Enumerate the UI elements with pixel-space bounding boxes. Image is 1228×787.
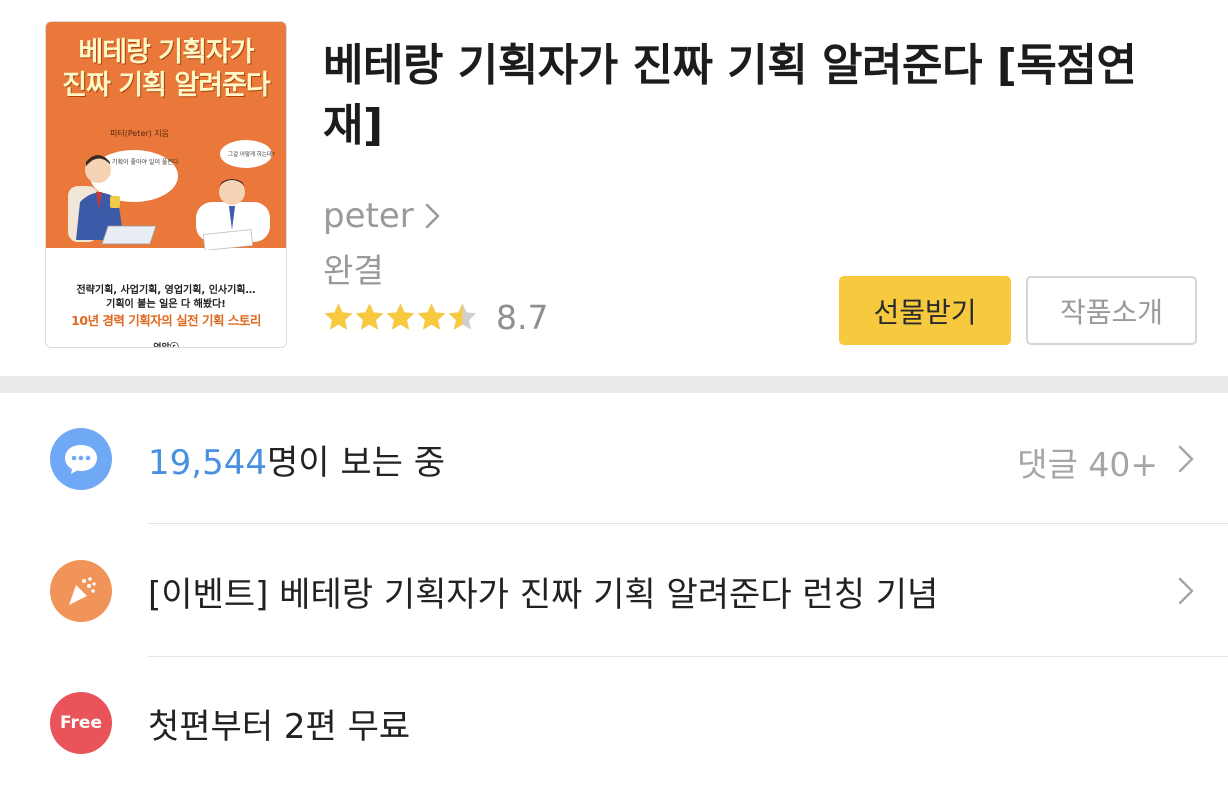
book-title: 베테랑 기획자가 진짜 기획 알려준다 [독점연재] [323,40,1137,151]
author-name: peter [323,196,414,236]
viewer-suffix: 명이 보는 중 [266,443,445,483]
viewers-row[interactable]: 19,544명이 보는 중 댓글 40+ [0,393,1228,525]
event-row[interactable]: [이벤트] 베테랑 기획자가 진짜 기획 알려준다 런칭 기념 [0,525,1228,657]
rating-stars [323,302,478,333]
star-icon [386,303,415,330]
completion-status: 완결 [323,251,384,290]
rating: 8.7 [323,292,548,342]
cover-blurb: 전략기획, 사업기획, 영업기획, 인사기획… 기획이 붙는 일은 다 해봤다! [46,284,286,312]
cover-tagline: 10년 경력 기획자의 실전 기획 스토리 [71,313,261,328]
intro-button[interactable]: 작품소개 [1026,276,1197,345]
chevron-right-icon [1178,577,1194,605]
rating-value: 8.7 [496,297,549,337]
row-divider [148,523,1228,524]
party-popper-icon [50,560,112,622]
webtoon-detail-page: 베테랑 기획자가 진짜 기획 알려준다 피터(Peter) 지음 기획이 좋아야… [0,0,1228,787]
author-link[interactable]: peter [323,192,442,240]
viewers-text: 19,544명이 보는 중 [148,435,445,484]
free-badge-icon: Free [50,692,112,754]
cover-title-line1: 베테랑 기획자가 [78,37,254,68]
free-badge-text: Free [60,713,102,733]
chevron-right-icon [425,203,440,229]
star-icon [355,303,384,330]
cover-publisher: 연암ⓒ [153,343,179,348]
comments-count[interactable]: 댓글 40+ [1017,438,1158,486]
cover-bubble-right-text: 그걸 어떻게 하는데? [228,150,275,158]
chevron-right-icon [1178,445,1194,473]
cover-author: 피터(Peter) 지음 [110,129,170,138]
chat-bubble-icon [50,428,112,490]
gift-button[interactable]: 선물받기 [839,276,1011,345]
cover-title: 베테랑 기획자가 진짜 기획 알려준다 [46,36,286,102]
book-cover[interactable]: 베테랑 기획자가 진짜 기획 알려준다 피터(Peter) 지음 기획이 좋아야… [45,21,287,348]
free-episodes-row[interactable]: Free 첫편부터 2편 무료 [0,657,1228,787]
cover-bubble-left-text: 기획이 좋아야 일이 풀린다 [112,158,179,166]
book-header: 베테랑 기획자가 진짜 기획 알려준다 피터(Peter) 지음 기획이 좋아야… [0,0,1228,376]
cover-blurb-line1: 전략기획, 사업기획, 영업기획, 인사기획… [76,285,256,296]
free-episodes-text: 첫편부터 2편 무료 [148,707,411,747]
star-icon [417,303,446,330]
cover-characters-illustration: 기획이 좋아야 일이 풀린다 그걸 어떻게 하는데? [68,140,275,250]
section-gap [0,376,1228,393]
cover-title-line2: 진짜 기획 알려준다 [62,70,271,101]
star-icon [448,303,477,330]
viewer-count: 19,544 [148,443,267,483]
star-icon [324,303,353,330]
event-text: [이벤트] 베테랑 기획자가 진짜 기획 알려준다 런칭 기념 [148,575,939,615]
